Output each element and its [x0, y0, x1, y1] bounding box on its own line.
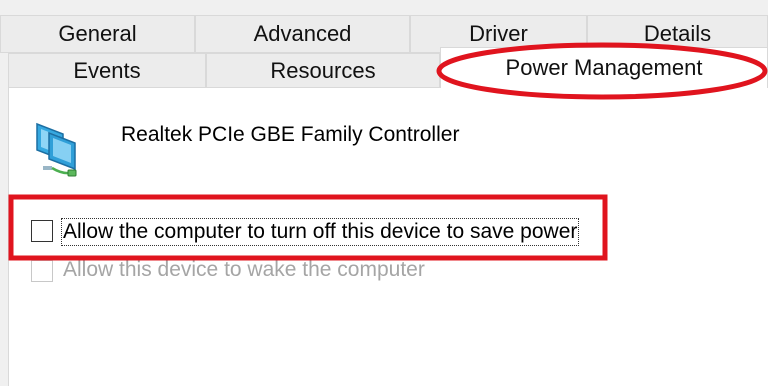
- tab-advanced[interactable]: Advanced: [195, 15, 410, 53]
- device-name: Realtek PCIe GBE Family Controller: [121, 123, 460, 146]
- tab-advanced-label: Advanced: [253, 21, 352, 46]
- tab-resources-label: Resources: [270, 57, 376, 83]
- allow-turn-off-label[interactable]: Allow the computer to turn off this devi…: [60, 218, 580, 246]
- tab-general-label: General: [58, 21, 137, 46]
- tab-power-management[interactable]: Power Management: [440, 47, 768, 88]
- allow-turn-off-checkbox[interactable]: [31, 220, 53, 242]
- tab-details-label: Details: [643, 21, 712, 46]
- tab-general[interactable]: General: [0, 15, 195, 53]
- tab-power-management-label: Power Management: [505, 55, 703, 80]
- tab-resources[interactable]: Resources: [206, 53, 440, 88]
- allow-wake-checkbox: [31, 260, 53, 282]
- tab-events[interactable]: Events: [8, 53, 206, 88]
- tab-driver-label: Driver: [469, 21, 528, 46]
- tab-events-label: Events: [73, 57, 141, 83]
- allow-wake-label: Allow this device to wake the computer: [63, 258, 425, 281]
- network-adapter-icon: [34, 120, 84, 185]
